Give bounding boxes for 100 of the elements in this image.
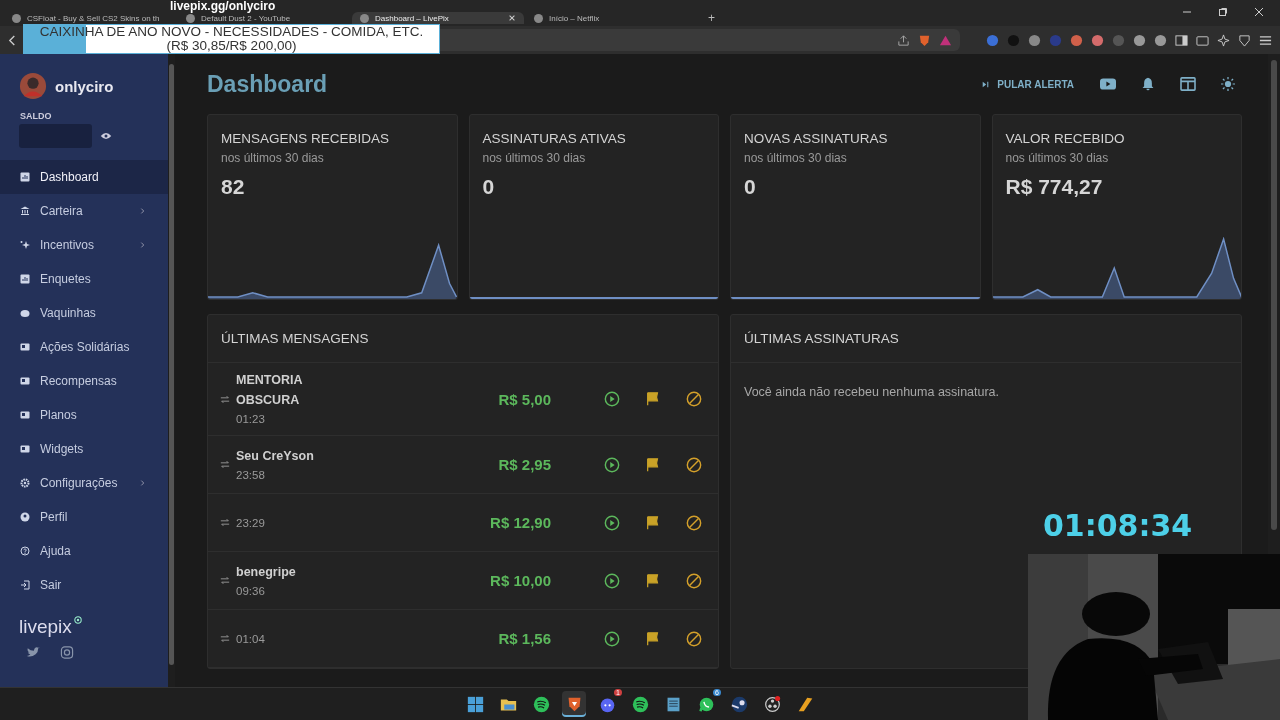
avatar — [19, 72, 47, 100]
browser-tab[interactable]: Default Dust 2 - YouTube — [178, 12, 350, 24]
site-icon — [12, 13, 21, 23]
music-app-icon — [532, 695, 550, 713]
message-time: 23:58 — [236, 467, 266, 483]
wallet-icon[interactable] — [1196, 33, 1209, 47]
balance-label: SALDO — [19, 110, 53, 121]
restore-icon[interactable] — [1218, 7, 1228, 17]
extension-icon[interactable] — [1070, 33, 1083, 47]
extension-icon[interactable] — [986, 33, 999, 47]
block-icon[interactable] — [686, 630, 702, 647]
camera-icon[interactable] — [60, 646, 74, 659]
site-icon — [534, 13, 543, 23]
sidebar-item[interactable]: Sair — [0, 568, 168, 602]
scrollbar-thumb[interactable] — [169, 64, 174, 665]
card-subtitle: nos últimos 30 dias — [481, 150, 587, 165]
logo: livepix — [19, 616, 72, 638]
share-icon[interactable] — [897, 33, 910, 47]
card-title: VALOR RECEBIDO — [1004, 131, 1126, 146]
sidebar-item[interactable]: Ações Solidárias — [0, 330, 168, 364]
card-subtitle: nos últimos 30 dias — [743, 150, 848, 165]
sidebar-item[interactable]: Incentivos — [0, 228, 168, 262]
site-icon — [186, 13, 195, 23]
message-row[interactable]: 23:29 R$ 12,90 — [208, 494, 718, 552]
empty-message: Você ainda não recebeu nenhuma assinatura. — [743, 384, 1001, 401]
extension-icon[interactable] — [1028, 33, 1041, 47]
card-icon — [20, 410, 30, 420]
video-play-icon[interactable] — [1100, 77, 1116, 91]
extension-icon[interactable] — [1154, 33, 1167, 47]
play-icon[interactable] — [604, 391, 620, 407]
card-title: MENSAGENS RECEBIDAS — [220, 131, 391, 146]
steam-icon — [730, 695, 748, 713]
message-time: 01:23 — [236, 412, 266, 427]
sidebar-item[interactable]: Widgets — [0, 432, 168, 466]
bell-icon[interactable] — [1140, 77, 1156, 91]
close-icon[interactable] — [508, 14, 516, 22]
swap-icon — [220, 576, 230, 585]
layout-icon[interactable] — [1180, 77, 1196, 91]
sidebar-item[interactable]: Configurações — [0, 466, 168, 500]
new-tab-button[interactable]: + — [700, 12, 723, 24]
lion-shield-icon[interactable] — [918, 33, 931, 47]
browser-tab[interactable]: Início – Netflix — [526, 12, 698, 24]
taskbar-app[interactable] — [562, 691, 586, 717]
close-icon[interactable] — [1254, 7, 1264, 17]
sender-name: benegripe — [236, 563, 297, 581]
sparkle-icon[interactable] — [1217, 33, 1230, 47]
sidebar-item[interactable]: Dashboard — [0, 160, 168, 194]
play-icon[interactable] — [604, 630, 620, 647]
flag-icon[interactable] — [645, 391, 661, 407]
card-value: R$ 774,27 — [1004, 174, 1104, 199]
eye-icon[interactable] — [100, 132, 112, 140]
block-icon[interactable] — [686, 514, 702, 531]
panel-title: ÚLTIMAS ASSINATURAS — [731, 315, 1241, 363]
block-icon[interactable] — [686, 456, 702, 473]
shield-icon[interactable] — [1238, 33, 1251, 47]
swap-icon — [220, 460, 230, 469]
sidebar-item[interactable]: Carteira — [0, 194, 168, 228]
swap-icon — [220, 518, 230, 527]
bird-icon[interactable] — [26, 646, 40, 659]
browser-tab[interactable]: CSFloat - Buy & Sell CS2 Skins on th — [4, 12, 176, 24]
skip-alert-button[interactable]: PULAR ALERTA — [980, 74, 1076, 94]
page-title: Dashboard — [207, 70, 328, 98]
play-icon[interactable] — [604, 572, 620, 589]
sidebar-item[interactable]: Vaquinhas — [0, 296, 168, 330]
sun-icon[interactable] — [1220, 77, 1236, 91]
chart-icon — [20, 274, 30, 284]
amount: R$ 2,95 — [498, 456, 551, 473]
browser-tab[interactable]: Dashboard – LivePix — [352, 12, 524, 24]
menu-icon[interactable] — [1259, 33, 1272, 47]
block-icon[interactable] — [686, 572, 702, 589]
message-row[interactable]: MENTORIA OBSCURA 01:23 R$ 5,00 — [208, 363, 718, 436]
swap-icon — [220, 634, 230, 643]
app-icon — [796, 695, 814, 713]
gear-icon — [20, 478, 30, 488]
scrollbar-thumb[interactable] — [1271, 60, 1277, 530]
card-title: ASSINATURAS ATIVAS — [481, 131, 627, 146]
chart-icon — [20, 172, 30, 182]
sidebar-item[interactable]: Planos — [0, 398, 168, 432]
play-icon[interactable] — [604, 514, 620, 531]
block-icon[interactable] — [686, 391, 702, 407]
help-icon — [20, 546, 30, 556]
phone-chat-icon — [697, 695, 715, 713]
windows-icon — [466, 695, 484, 713]
amount: R$ 12,90 — [490, 514, 551, 531]
sidebar-item[interactable]: Ajuda — [0, 534, 168, 568]
sidebar-item[interactable]: Recompensas — [0, 364, 168, 398]
flag-icon[interactable] — [645, 630, 661, 647]
sidebar-item[interactable]: Enquetes — [0, 262, 168, 296]
flag-icon[interactable] — [645, 514, 661, 531]
sidebar-item[interactable]: Perfil — [0, 500, 168, 534]
sidebar-icon[interactable] — [1175, 33, 1188, 47]
extension-icon[interactable] — [1133, 33, 1146, 47]
message-row[interactable]: 01:04 R$ 1,56 — [208, 610, 718, 668]
message-row[interactable]: benegripe 09:36 R$ 10,00 — [208, 552, 718, 610]
flag-icon[interactable] — [645, 456, 661, 473]
play-icon[interactable] — [604, 456, 620, 473]
flag-icon[interactable] — [645, 572, 661, 589]
message-row[interactable]: Seu CreYson 23:58 R$ 2,95 — [208, 436, 718, 494]
extension-icon[interactable] — [1091, 33, 1104, 47]
back-icon[interactable] — [8, 33, 17, 47]
